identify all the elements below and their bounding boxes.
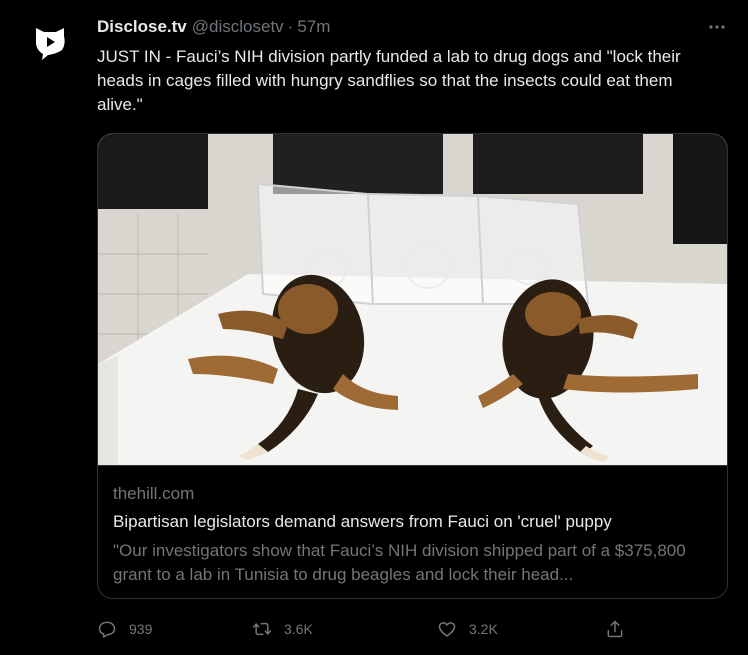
disclose-tv-logo-icon [22,14,78,70]
tweet-actions: 939 3.6K 3.2K [97,617,637,641]
like-button[interactable]: 3.2K [437,617,498,641]
card-domain: thehill.com [113,484,195,503]
share-button[interactable] [605,617,637,641]
link-card[interactable]: thehill.com Bipartisan legislators deman… [97,133,728,599]
reply-button[interactable]: 939 [97,617,152,641]
ellipsis-icon [709,25,725,29]
retweet-button[interactable]: 3.6K [252,617,313,641]
retweet-icon [252,622,272,636]
tweet-text: JUST IN - Fauci’s NIH division partly fu… [97,47,681,114]
card-description: "Our investigators show that Fauci’s NIH… [113,541,686,584]
reply-icon [98,621,116,638]
more-options-button[interactable] [704,14,730,40]
card-image[interactable] [98,134,727,465]
like-count: 3.2K [469,621,498,637]
user-handle[interactable]: @disclosetv [192,17,284,37]
dogs-in-cages-photo [98,134,727,465]
retweet-count: 3.6K [284,621,313,637]
avatar[interactable] [22,14,78,70]
separator-dot: · [287,17,294,36]
tweet-header: Disclose.tv @disclosetv · 57m [97,16,330,38]
reply-count: 939 [129,621,153,637]
share-icon [607,620,623,638]
card-title: Bipartisan legislators demand answers fr… [113,512,612,531]
display-name[interactable]: Disclose.tv [97,17,187,37]
timestamp[interactable]: 57m [297,17,330,37]
tweet[interactable]: Disclose.tv @disclosetv · 57m JUST IN - … [0,0,748,655]
heart-icon [438,622,456,637]
card-body[interactable]: thehill.com Bipartisan legislators deman… [98,465,727,598]
